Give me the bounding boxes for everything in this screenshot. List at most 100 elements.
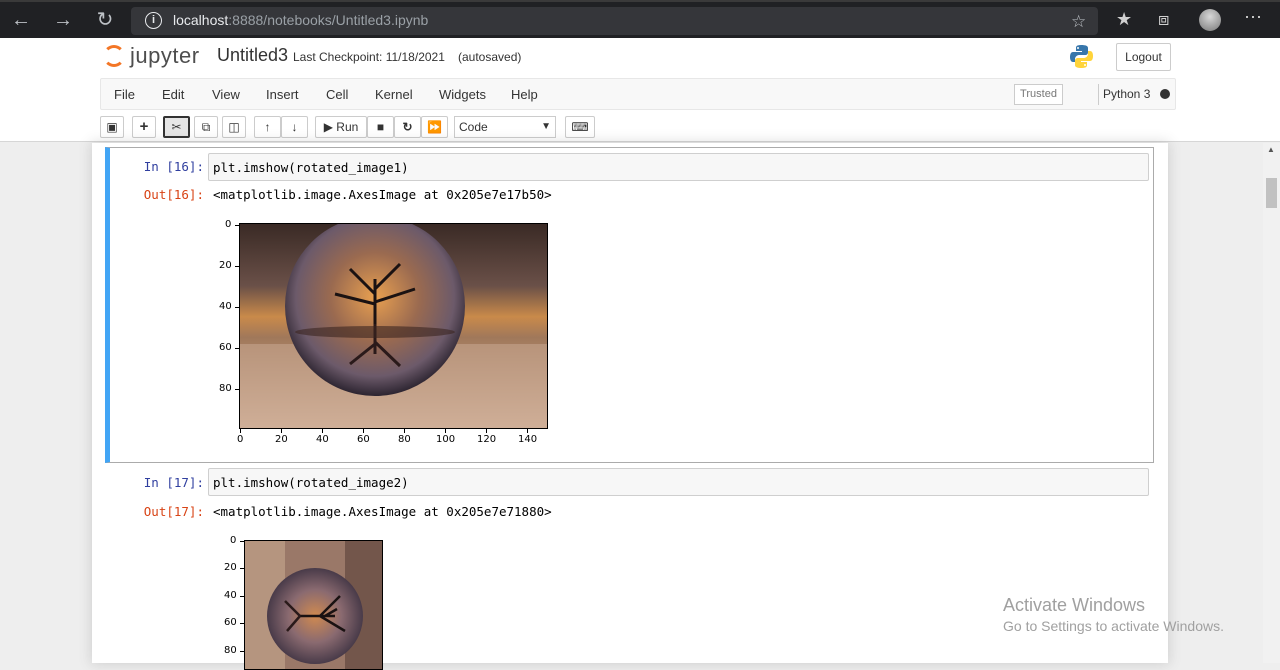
code-text: plt.imshow(rotated_image1): [213, 160, 409, 175]
url-host: localhost: [173, 12, 229, 28]
favorites-icon[interactable]: ★: [1116, 9, 1132, 30]
menu-file[interactable]: File: [114, 87, 135, 102]
x-tick-label: 100: [436, 434, 456, 445]
x-tick-mark: [404, 429, 405, 433]
cut-button[interactable]: ✂: [163, 116, 190, 138]
back-icon[interactable]: ←: [8, 10, 34, 32]
activate-windows-subtitle: Go to Settings to activate Windows.: [1003, 618, 1224, 634]
y-tick-mark: [240, 568, 244, 569]
insert-cell-button[interactable]: +: [132, 116, 156, 138]
favorite-add-icon[interactable]: ☆: [1071, 12, 1086, 32]
y-tick-label: 60: [224, 617, 237, 628]
copy-button[interactable]: ⧉: [194, 116, 218, 138]
forward-icon[interactable]: →: [50, 10, 76, 32]
y-tick-mark: [235, 225, 239, 226]
copy-icon: ⧉: [201, 120, 211, 134]
x-tick-mark: [240, 429, 241, 433]
keyboard-icon: ⌨: [571, 120, 589, 134]
activate-windows-title: Activate Windows: [1003, 595, 1146, 615]
fast-forward-icon: ⏩: [427, 120, 442, 134]
notebook-title[interactable]: Untitled3: [217, 45, 288, 66]
info-icon[interactable]: i: [145, 12, 162, 29]
autosave-status: (autosaved): [458, 50, 522, 64]
cell-type-select[interactable]: Code ▼: [454, 116, 556, 138]
output-prompt: Out[16]:: [143, 187, 204, 202]
page-scrollbar[interactable]: ▲: [1263, 143, 1280, 663]
plus-icon: +: [139, 118, 149, 135]
y-tick-label: 80: [224, 645, 237, 656]
trusted-indicator[interactable]: Trusted: [1014, 84, 1063, 105]
y-tick-mark: [240, 596, 244, 597]
menu-kernel[interactable]: Kernel: [375, 87, 413, 102]
code-text: plt.imshow(rotated_image2): [213, 475, 409, 490]
chevron-down-icon: ▼: [541, 121, 551, 132]
menu-view[interactable]: View: [212, 87, 240, 102]
stop-icon: ■: [376, 120, 385, 134]
move-down-button[interactable]: ↓: [281, 116, 308, 138]
x-tick-mark: [445, 429, 446, 433]
move-up-button[interactable]: ↑: [254, 116, 281, 138]
menu-cell[interactable]: Cell: [326, 87, 348, 102]
collections-icon[interactable]: ⧈: [1158, 9, 1169, 30]
url-text[interactable]: localhost:8888/notebooks/Untitled3.ipynb: [173, 12, 428, 28]
jupyter-logo-text[interactable]: jupyter: [130, 43, 200, 69]
save-button[interactable]: ▣: [100, 116, 124, 138]
browser-toolbar: ← → ↻ i localhost:8888/notebooks/Untitle…: [0, 0, 1280, 38]
menu-help[interactable]: Help: [511, 87, 538, 102]
more-icon[interactable]: ⋯: [1244, 7, 1262, 28]
y-tick-mark: [240, 541, 244, 542]
x-tick-label: 60: [357, 434, 370, 445]
x-tick-mark: [527, 429, 528, 433]
x-tick-label: 140: [518, 434, 538, 445]
command-palette-button[interactable]: ⌨: [565, 116, 595, 138]
y-tick-label: 40: [219, 301, 232, 312]
run-button[interactable]: ▶ Run: [315, 116, 367, 138]
restart-button[interactable]: ↻: [394, 116, 421, 138]
image-plot: [239, 223, 548, 429]
jupyter-logo-icon[interactable]: [103, 45, 125, 67]
menu-insert[interactable]: Insert: [266, 87, 299, 102]
paste-button[interactable]: ◫: [222, 116, 246, 138]
x-tick-mark: [281, 429, 282, 433]
menu-edit[interactable]: Edit: [162, 87, 184, 102]
menu-widgets[interactable]: Widgets: [439, 87, 486, 102]
x-tick-label: 40: [316, 434, 329, 445]
x-tick-mark: [322, 429, 323, 433]
code-input[interactable]: plt.imshow(rotated_image2): [208, 468, 1149, 496]
kernel-status-icon: [1160, 89, 1170, 99]
cell-type-value: Code: [459, 120, 488, 134]
y-tick-label: 0: [230, 535, 237, 546]
scroll-thumb[interactable]: [1266, 178, 1277, 208]
y-tick-mark: [235, 348, 239, 349]
run-label: Run: [336, 120, 359, 134]
last-checkpoint: Last Checkpoint: 11/18/2021: [293, 50, 445, 64]
output-prompt: Out[17]:: [143, 504, 204, 519]
y-tick-label: 80: [219, 383, 232, 394]
y-tick-mark: [235, 266, 239, 267]
image-plot: [244, 540, 383, 670]
code-input[interactable]: plt.imshow(rotated_image1): [208, 153, 1149, 181]
input-prompt: In [16]:: [143, 159, 204, 174]
kernel-separator: [1098, 84, 1099, 105]
play-icon: ▶: [323, 120, 333, 134]
y-tick-label: 20: [219, 260, 232, 271]
kernel-name[interactable]: Python 3: [1103, 87, 1150, 101]
profile-icon[interactable]: [1199, 9, 1221, 31]
logout-button[interactable]: Logout: [1116, 43, 1171, 71]
scissors-icon: ✂: [171, 120, 182, 134]
restart-run-all-button[interactable]: ⏩: [421, 116, 448, 138]
refresh-icon[interactable]: ↻: [92, 10, 118, 32]
address-bar[interactable]: i localhost:8888/notebooks/Untitled3.ipy…: [131, 7, 1098, 35]
arrow-up-icon: ↑: [264, 120, 271, 134]
scroll-up-icon[interactable]: ▲: [1267, 145, 1275, 154]
paste-icon: ◫: [228, 120, 240, 134]
x-tick-mark: [363, 429, 364, 433]
x-tick-mark: [486, 429, 487, 433]
y-tick-label: 40: [224, 590, 237, 601]
x-tick-label: 80: [398, 434, 411, 445]
interrupt-button[interactable]: ■: [367, 116, 394, 138]
crystal-ball-image: [240, 224, 547, 428]
y-tick-mark: [235, 389, 239, 390]
y-tick-mark: [240, 623, 244, 624]
arrow-down-icon: ↓: [291, 120, 298, 134]
